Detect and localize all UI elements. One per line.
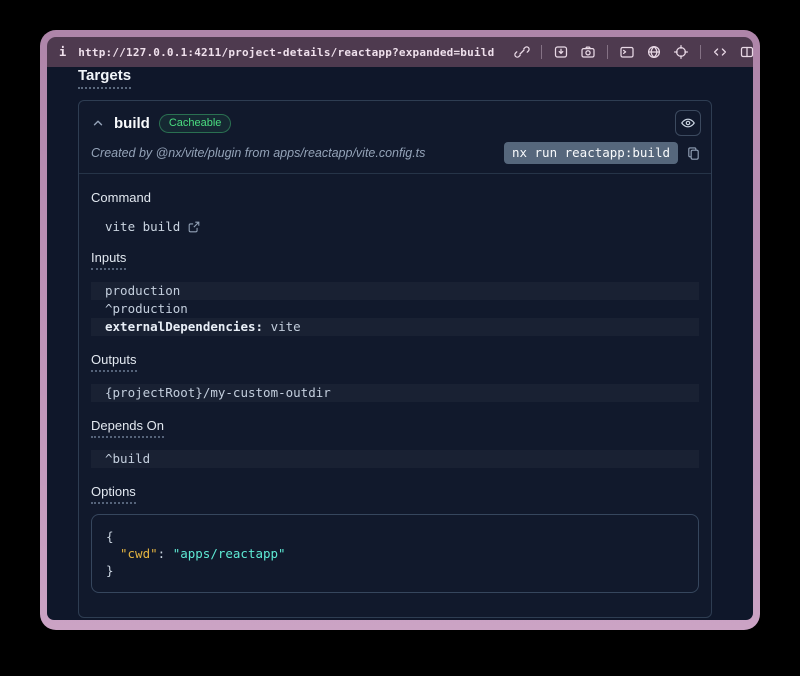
list-item: {projectRoot}/my-custom-outdir [91, 384, 699, 402]
view-graph-button[interactable] [675, 110, 701, 136]
clipboard-icon [686, 146, 701, 161]
section-title-command: Command [91, 190, 699, 206]
info-icon: i [59, 45, 66, 59]
terminal-icon[interactable] [619, 44, 635, 60]
copy-button[interactable] [686, 146, 701, 161]
list-item: ^build [91, 450, 699, 468]
json-close-brace: } [106, 562, 684, 579]
run-command-chip[interactable]: nx run reactapp:build [504, 142, 678, 164]
eye-icon [680, 115, 696, 131]
section-title-inputs: Inputs [91, 250, 699, 270]
inputs-list: production ^production externalDependenc… [91, 282, 699, 336]
input-key: externalDependencies: [105, 319, 263, 334]
json-colon: : [158, 546, 173, 561]
project-details-page: Targets build Cacheable Created by @nx/v… [47, 67, 753, 620]
targets-heading: Targets [78, 67, 131, 89]
depends-on-list: ^build [91, 450, 699, 468]
target-name: build [114, 115, 150, 132]
toolbar-separator [541, 45, 542, 59]
toolbar-separator [700, 45, 701, 59]
globe-icon[interactable] [646, 44, 662, 60]
list-item: production [91, 282, 699, 300]
external-link-icon[interactable] [187, 220, 201, 234]
command-value-row: vite build [105, 219, 699, 234]
section-title-outputs: Outputs [91, 352, 699, 372]
target-card-build: build Cacheable Created by @nx/vite/plug… [78, 100, 712, 618]
created-by-text: Created by @nx/vite/plugin from apps/rea… [91, 146, 496, 160]
cacheable-badge: Cacheable [159, 114, 232, 133]
json-value: "apps/reactapp" [173, 546, 286, 561]
screenshot-save-icon[interactable] [553, 44, 569, 60]
build-card-header[interactable]: build Cacheable [79, 101, 711, 138]
link-icon[interactable] [514, 44, 530, 60]
code-icon[interactable] [712, 44, 728, 60]
section-title-depends-on: Depends On [91, 418, 699, 438]
json-open-brace: { [106, 528, 684, 545]
list-item: externalDependencies: vite [91, 318, 699, 336]
chevron-up-icon[interactable] [91, 116, 105, 130]
json-key: "cwd" [120, 546, 158, 561]
outputs-list: {projectRoot}/my-custom-outdir [91, 384, 699, 402]
browser-toolbar: i http://127.0.0.1:4211/project-details/… [47, 37, 753, 67]
toolbar-separator [607, 45, 608, 59]
created-by-row: Created by @nx/vite/plugin from apps/rea… [79, 138, 711, 174]
section-title-options: Options [91, 484, 699, 504]
browser-window: i http://127.0.0.1:4211/project-details/… [40, 30, 760, 630]
command-value: vite build [105, 219, 180, 234]
camera-icon[interactable] [580, 44, 596, 60]
crosshair-icon[interactable] [673, 44, 689, 60]
list-item: ^production [91, 300, 699, 318]
input-value: vite [263, 319, 301, 334]
json-cwd-line: "cwd": "apps/reactapp" [106, 545, 684, 562]
options-json-box: { "cwd": "apps/reactapp" } [91, 514, 699, 593]
split-panel-icon[interactable] [739, 44, 755, 60]
url-bar[interactable]: http://127.0.0.1:4211/project-details/re… [78, 46, 494, 59]
